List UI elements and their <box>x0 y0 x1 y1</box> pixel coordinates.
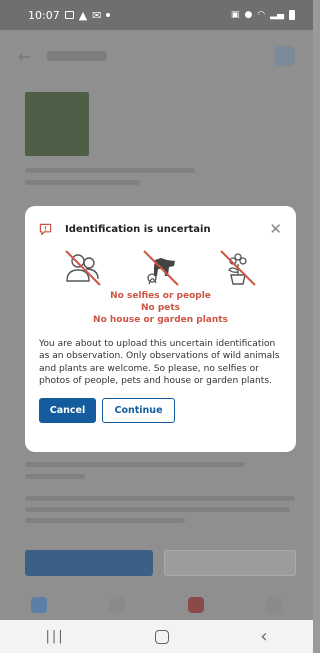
status-bar: 10:07 ▲ ✉ ▣ ● ◠ ▂▄ <box>0 0 313 30</box>
signal-icon: ▂▄ <box>270 10 284 20</box>
plant-crossed-icon <box>220 250 256 286</box>
pet-crossed-icon <box>142 250 179 286</box>
warning-no-pets: No pets <box>140 303 181 313</box>
nav-profile-icon <box>265 597 282 613</box>
continue-button[interactable]: Continue <box>102 397 175 423</box>
background-text-line <box>25 518 185 523</box>
warning-no-people: No selfies or people <box>110 291 211 301</box>
uncertain-identification-dialog: Identification is uncertain ✕ No selfies… <box>25 206 296 452</box>
gallery-notification-icon <box>64 11 74 19</box>
background-primary-button <box>25 550 153 576</box>
mail-notification-icon: ✉ <box>92 8 102 22</box>
background-text-line <box>25 507 290 512</box>
recents-icon[interactable]: ||| <box>45 629 64 644</box>
cancel-button[interactable]: Cancel <box>39 397 96 423</box>
close-icon[interactable]: ✕ <box>269 221 282 237</box>
background-text-line <box>25 180 140 185</box>
dialog-buttons: Cancel Continue <box>39 397 282 423</box>
status-time: 10:07 <box>28 8 60 22</box>
background-secondary-button <box>164 550 296 576</box>
nav-list-icon <box>109 597 126 613</box>
warning-lines: No selfies or people No pets No house or… <box>39 290 282 326</box>
forbidden-icons-row <box>39 248 282 288</box>
dialog-title: Identification is uncertain <box>65 223 211 235</box>
back-icon[interactable]: ‹ <box>260 626 267 647</box>
photo-thumbnail <box>25 92 89 156</box>
background-text-line <box>25 168 195 173</box>
home-icon[interactable] <box>155 629 170 644</box>
vibrate-icon: ▣ <box>230 10 240 20</box>
background-bottom-nav <box>0 590 313 620</box>
warning-no-plants: No house or garden plants <box>93 315 228 325</box>
background-text-line <box>25 462 245 467</box>
background-text-line <box>25 474 85 479</box>
person-notification-icon: ▲ <box>78 8 88 22</box>
location-icon: ● <box>244 10 253 20</box>
background-title <box>47 51 108 61</box>
background-header: ← <box>0 30 313 82</box>
camera-icon <box>275 46 295 66</box>
nav-identify-icon <box>31 597 48 613</box>
alert-icon <box>39 223 52 235</box>
person-crossed-icon <box>65 250 101 286</box>
more-notifications-icon <box>106 13 111 17</box>
nav-observe-icon <box>187 597 204 613</box>
back-arrow-icon: ← <box>18 46 32 66</box>
battery-icon <box>289 10 295 20</box>
dialog-header: Identification is uncertain ✕ <box>39 220 282 238</box>
wifi-icon: ◠ <box>257 10 266 20</box>
dialog-body-text: You are about to upload this uncertain i… <box>39 339 280 387</box>
system-nav-bar: ||| ‹ <box>0 620 313 653</box>
background-text-line <box>25 496 295 501</box>
